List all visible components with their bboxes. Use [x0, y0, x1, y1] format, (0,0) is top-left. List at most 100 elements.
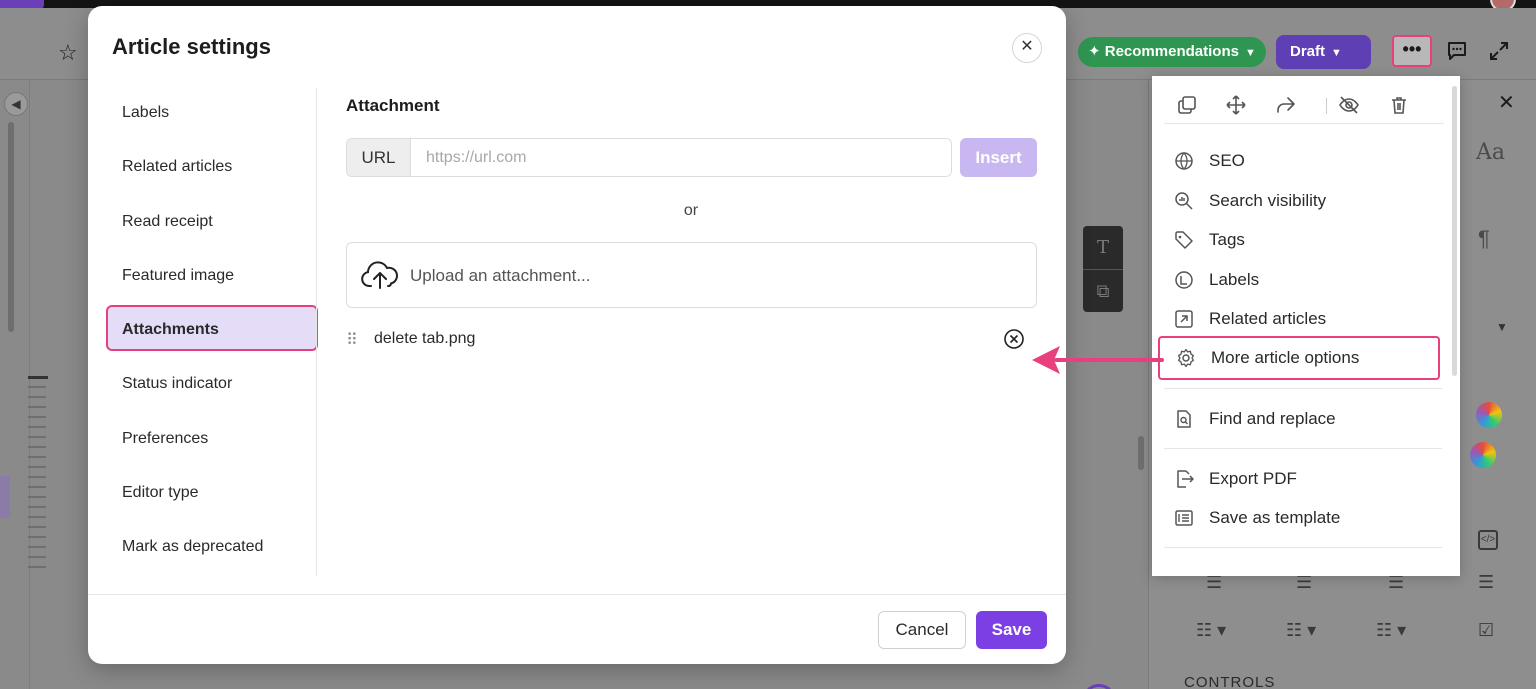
menu-item-save-as-template[interactable]: Save as template: [1172, 503, 1442, 533]
checklist-icon[interactable]: ☑: [1478, 620, 1494, 641]
star-icon[interactable]: ☆: [58, 40, 78, 66]
copy-icon[interactable]: [1176, 94, 1198, 116]
drag-handle-icon[interactable]: ⠿: [346, 330, 358, 350]
or-separator: or: [683, 202, 699, 219]
cloud-upload-icon: [361, 261, 398, 289]
move-icon[interactable]: [1225, 94, 1247, 116]
seo-icon: [1175, 152, 1193, 170]
recommendations-button[interactable]: ✦ Recommendations ▼: [1078, 37, 1266, 67]
cancel-button[interactable]: Cancel: [878, 611, 966, 649]
nav-divider: [316, 88, 317, 576]
share-icon[interactable]: [1275, 94, 1297, 116]
search-visibility-icon: [1175, 192, 1193, 210]
comment-icon[interactable]: [1446, 40, 1468, 62]
floating-toolbar: T ⧉: [1083, 226, 1123, 312]
menu-item-more-article-options[interactable]: More article options: [1158, 336, 1440, 380]
left-scrollbar[interactable]: [8, 122, 14, 332]
attachment-file-row: ⠿ delete tab.png: [346, 326, 1037, 354]
export-pdf-icon: [1177, 470, 1194, 488]
sparkle-icon: ✦: [1088, 43, 1101, 60]
attachment-file-name: delete tab.png: [374, 330, 476, 347]
menu-item-label: Tags: [1209, 230, 1245, 249]
remove-attachment-icon[interactable]: [1003, 328, 1025, 350]
code-block-icon[interactable]: </>: [1478, 530, 1498, 550]
numbered-list-icon[interactable]: ☷ ▾: [1286, 620, 1316, 641]
vertical-ruler: [28, 376, 46, 572]
text-tool-icon[interactable]: T: [1083, 226, 1123, 269]
menu-item-seo[interactable]: SEO: [1172, 146, 1442, 176]
menu-item-tags[interactable]: Tags: [1172, 225, 1442, 255]
trash-icon[interactable]: [1388, 94, 1410, 116]
upload-attachment-button[interactable]: Upload an attachment...: [346, 242, 1037, 308]
expand-icon[interactable]: [1488, 40, 1510, 62]
menu-item-search-visibility[interactable]: Search visibility: [1172, 186, 1442, 216]
left-sidebar: [0, 80, 30, 689]
help-widget[interactable]: [1082, 684, 1116, 689]
menu-item-label: Search visibility: [1209, 191, 1327, 210]
hide-icon[interactable]: [1338, 94, 1360, 116]
related-articles-icon: [1175, 310, 1193, 328]
menu-action-bar: [1164, 88, 1444, 124]
editor-scrollbar[interactable]: [1138, 436, 1144, 470]
annotation-arrow: [1032, 346, 1164, 374]
collapse-sidebar-icon[interactable]: ◀: [4, 92, 28, 116]
find-replace-icon: [1177, 410, 1191, 428]
menu-item-export-pdf[interactable]: Export PDF: [1172, 464, 1442, 494]
menu-divider: [1164, 448, 1442, 449]
paragraph-icon[interactable]: ¶: [1478, 226, 1490, 252]
menu-item-find-and-replace[interactable]: Find and replace: [1172, 404, 1442, 434]
caret-down-icon: ▼: [1331, 47, 1342, 59]
tag-icon: [1175, 231, 1193, 249]
url-prefix-label: URL: [347, 139, 411, 176]
align-justify-icon[interactable]: ☰: [1478, 572, 1494, 593]
nav-item-related-articles[interactable]: Related articles: [106, 142, 318, 188]
alpha-list-icon[interactable]: ☷ ▾: [1376, 620, 1406, 641]
recommendations-label: Recommendations: [1104, 43, 1239, 60]
menu-item-related-articles[interactable]: Related articles: [1172, 304, 1442, 334]
action-separator: [1326, 98, 1327, 114]
nav-item-editor-type[interactable]: Editor type: [106, 468, 318, 514]
label-icon: [1175, 271, 1193, 289]
more-options-button[interactable]: •••: [1392, 35, 1432, 67]
close-panel-icon[interactable]: ✕: [1498, 90, 1515, 115]
menu-divider: [1164, 547, 1442, 548]
menu-item-label: Related articles: [1209, 309, 1327, 328]
controls-heading: CONTROLS: [1184, 674, 1276, 689]
gear-icon: [1177, 348, 1195, 368]
nav-item-status-indicator[interactable]: Status indicator: [106, 359, 318, 405]
template-icon: [1175, 510, 1193, 526]
status-dropdown[interactable]: Draft ▼: [1276, 35, 1371, 69]
nav-item-mark-as-deprecated[interactable]: Mark as deprecated: [106, 522, 318, 568]
status-label: Draft: [1290, 43, 1326, 60]
url-input[interactable]: [411, 139, 951, 176]
typography-icon[interactable]: Aa: [1476, 140, 1505, 165]
nav-item-featured-image[interactable]: Featured image: [106, 251, 318, 297]
nav-item-labels[interactable]: Labels: [106, 88, 318, 134]
caret-down-icon[interactable]: ▼: [1496, 320, 1508, 334]
insert-button[interactable]: Insert: [960, 138, 1037, 177]
footer-divider: [88, 594, 1066, 595]
save-button[interactable]: Save: [976, 611, 1047, 649]
article-settings-modal: Article settings ✕ Labels Related articl…: [88, 6, 1066, 664]
menu-item-labels[interactable]: Labels: [1172, 265, 1442, 295]
embed-tool-icon[interactable]: ⧉: [1083, 269, 1123, 312]
menu-item-label: Export PDF: [1209, 469, 1297, 488]
nav-item-preferences[interactable]: Preferences: [106, 414, 318, 460]
nav-item-attachments[interactable]: Attachments: [106, 305, 318, 352]
settings-nav: Labels Related articles Read receipt Fea…: [106, 88, 318, 577]
more-options-menu: SEO Search visibility Tags Labels Relate…: [1152, 76, 1460, 576]
menu-divider: [1164, 388, 1442, 389]
close-icon: ✕: [1020, 38, 1034, 55]
menu-item-label: Labels: [1209, 270, 1260, 289]
close-modal-button[interactable]: ✕: [1012, 33, 1042, 63]
menu-item-label: More article options: [1211, 348, 1360, 367]
selection-strip: [0, 476, 10, 518]
color-picker-icon[interactable]: [1476, 402, 1502, 428]
attachment-section-title: Attachment: [346, 96, 440, 115]
menu-item-label: SEO: [1209, 151, 1245, 170]
menu-scrollbar[interactable]: [1452, 86, 1457, 376]
bullet-list-icon[interactable]: ☷ ▾: [1196, 620, 1226, 641]
url-input-group: URL: [346, 138, 952, 177]
highlight-color-icon[interactable]: [1470, 442, 1496, 468]
menu-item-label: Find and replace: [1209, 409, 1336, 428]
